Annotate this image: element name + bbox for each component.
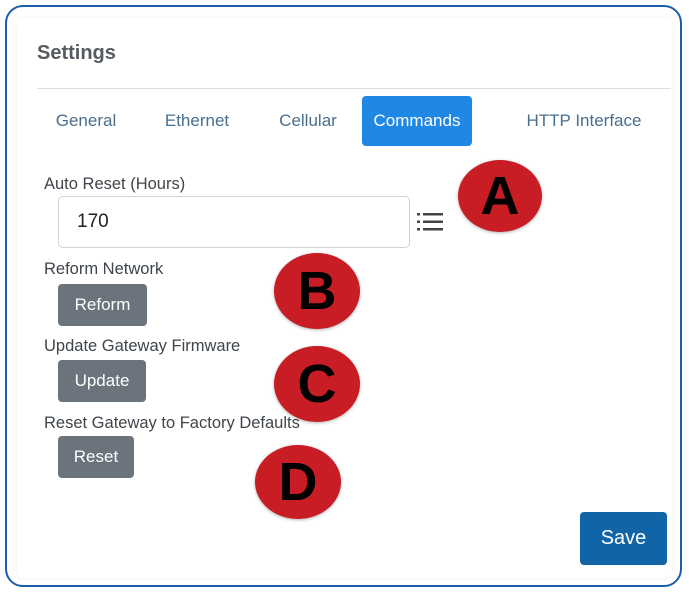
auto-reset-label: Auto Reset (Hours) <box>44 175 186 193</box>
tab-commands[interactable]: Commands <box>362 96 472 146</box>
marker-a: A <box>458 160 542 232</box>
update-firmware-label: Update Gateway Firmware <box>44 337 241 355</box>
marker-d: D <box>255 445 341 519</box>
tab-http-interface[interactable]: HTTP Interface <box>508 96 660 146</box>
tab-ethernet[interactable]: Ethernet <box>152 96 242 146</box>
reform-network-label: Reform Network <box>44 260 164 278</box>
update-button[interactable]: Update <box>58 360 146 402</box>
marker-b: B <box>274 253 360 329</box>
save-button[interactable]: Save <box>580 512 667 565</box>
reform-button[interactable]: Reform <box>58 284 147 326</box>
marker-c: C <box>274 346 360 422</box>
reset-button[interactable]: Reset <box>58 436 134 478</box>
title-divider <box>37 88 671 89</box>
auto-reset-input[interactable] <box>58 196 410 248</box>
page-title: Settings <box>37 42 116 64</box>
tab-cellular[interactable]: Cellular <box>264 96 352 146</box>
tab-general[interactable]: General <box>40 96 132 146</box>
list-icon[interactable] <box>416 210 444 234</box>
factory-reset-label: Reset Gateway to Factory Defaults <box>44 414 300 432</box>
